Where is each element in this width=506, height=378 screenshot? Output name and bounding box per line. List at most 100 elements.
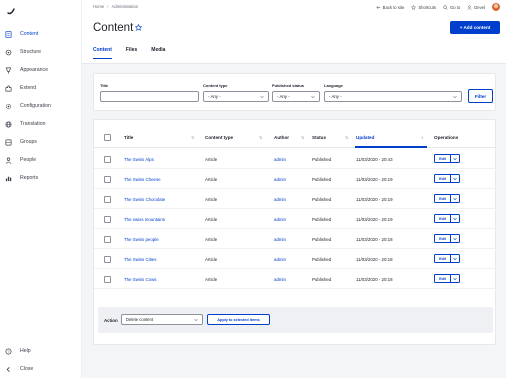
row-author-link[interactable]: admin [274, 217, 286, 222]
sidebar-item-people[interactable]: People [0, 152, 82, 168]
row-checkbox[interactable] [104, 215, 111, 223]
column-author[interactable]: Author [274, 135, 289, 140]
row-title-link[interactable]: The Swiss Chocolate [124, 197, 165, 202]
goto-link[interactable]: Go to [443, 5, 460, 10]
operations-dropdown-toggle[interactable] [451, 157, 459, 161]
action-select[interactable]: Delete content [121, 314, 203, 325]
row-title-link[interactable]: The Swiss Alps [124, 157, 154, 162]
edit-button[interactable]: Edit [434, 214, 460, 223]
add-content-button[interactable]: + Add content [450, 21, 500, 34]
row-checkbox[interactable] [104, 155, 111, 163]
sidebar-item-groups[interactable]: Groups [0, 134, 82, 150]
goto-label: Go to [450, 4, 461, 10]
sort-icon[interactable]: ⇅ [191, 135, 194, 140]
column-status[interactable]: Status [312, 135, 326, 140]
sidebar-item-translation[interactable]: Translation [0, 116, 82, 132]
sidebar-item-structure[interactable]: Structure [0, 44, 82, 60]
row-title-link[interactable]: The Swiss Cows [124, 277, 156, 282]
drupal-logo-icon[interactable] [6, 6, 16, 16]
table-row: The swiss mountains Article admin Published… [94, 209, 497, 229]
column-content-type[interactable]: Content type [205, 135, 233, 140]
row-content-type: Article [205, 156, 218, 162]
table-row: The Swiss Cheese Article admin Published 11/… [94, 169, 497, 189]
star-icon [411, 4, 417, 10]
wrench-icon [5, 103, 12, 110]
back-to-site-link[interactable]: Back to site [376, 5, 404, 10]
operations-dropdown-toggle[interactable] [451, 257, 459, 261]
edit-label: Edit [439, 156, 446, 161]
row-checkbox[interactable] [104, 255, 111, 263]
chevron-down-icon [194, 319, 198, 322]
tab-files[interactable]: Files [126, 47, 137, 59]
edit-button[interactable]: Edit [434, 254, 460, 263]
row-content-type: Article [205, 216, 218, 222]
row-author-link[interactable]: admin [274, 277, 286, 282]
avatar[interactable] [492, 3, 500, 11]
row-author-link[interactable]: admin [274, 177, 286, 182]
sort-icon[interactable]: ⇅ [259, 135, 262, 140]
row-title-link[interactable]: The Swiss Cheese [124, 177, 161, 182]
sidebar-item-label: Translation [20, 121, 46, 127]
close-sidebar-button[interactable]: Close [0, 361, 82, 377]
star-shortcut-icon[interactable] [135, 24, 142, 31]
breadcrumb-administration[interactable]: Administration [112, 4, 139, 9]
shortcuts-link[interactable]: Shortcuts [411, 4, 436, 10]
sidebar: Content Structure Appearance Extend Conf… [0, 0, 82, 378]
filter-button[interactable]: Filter [468, 89, 493, 103]
sidebar-item-configuration[interactable]: Configuration [0, 98, 82, 114]
user-menu[interactable]: Devel [467, 5, 485, 10]
row-author-link[interactable]: admin [274, 157, 286, 162]
edit-button[interactable]: Edit [434, 194, 460, 203]
row-author-link[interactable]: admin [274, 237, 286, 242]
breadcrumb-home[interactable]: Home [93, 4, 104, 9]
operations-dropdown-toggle[interactable] [451, 177, 459, 181]
edit-button[interactable]: Edit [434, 274, 460, 283]
column-title[interactable]: Title [124, 135, 133, 140]
sidebar-item-appearance[interactable]: Appearance [0, 62, 82, 78]
filter-panel: Title Content type - Any - Published sta… [93, 73, 496, 111]
operations-dropdown-toggle[interactable] [451, 197, 459, 201]
toolbar-links: Back to site Shortcuts Go to Devel [376, 3, 500, 11]
published-status-value: - Any - [277, 94, 290, 99]
sort-icon[interactable]: ⇅ [301, 135, 304, 140]
sidebar-item-content[interactable]: Content [0, 26, 82, 42]
row-author-link[interactable]: admin [274, 257, 286, 262]
sidebar-item-label: Appearance [20, 67, 48, 73]
content-type-select[interactable]: - Any - [203, 91, 269, 102]
chevron-down-icon [260, 96, 264, 99]
row-checkbox[interactable] [104, 195, 111, 203]
sidebar-item-reports[interactable]: Reports [0, 170, 82, 186]
sort-ascending-icon[interactable]: ↑ [421, 135, 423, 140]
operations-dropdown-toggle[interactable] [451, 217, 459, 221]
page-header: Content + Add content Content Files Medi… [82, 14, 506, 64]
row-title-link[interactable]: The Swiss people [124, 237, 159, 242]
brush-icon [5, 67, 12, 74]
edit-button[interactable]: Edit [434, 234, 460, 243]
row-title-link[interactable]: The Swiss Cities [124, 257, 156, 262]
language-select[interactable]: - Any - [324, 91, 462, 102]
sidebar-item-label: Configuration [20, 103, 51, 109]
row-title-link[interactable]: The swiss mountains [124, 217, 165, 222]
edit-button[interactable]: Edit [434, 174, 460, 183]
edit-label: Edit [439, 256, 446, 261]
row-author-link[interactable]: admin [274, 197, 286, 202]
edit-button[interactable]: Edit [434, 154, 460, 163]
sidebar-item-extend[interactable]: Extend [0, 80, 82, 96]
title-filter-input[interactable] [100, 91, 199, 102]
operations-dropdown-toggle[interactable] [451, 237, 459, 241]
operations-dropdown-toggle[interactable] [451, 277, 459, 281]
tab-media[interactable]: Media [151, 47, 165, 59]
column-updated[interactable]: Updated [356, 135, 374, 140]
apply-to-selected-button[interactable]: Apply to selected items [207, 314, 270, 325]
row-checkbox[interactable] [104, 275, 111, 283]
sort-icon[interactable]: ⇅ [345, 135, 348, 140]
groups-icon [5, 139, 12, 146]
tab-content[interactable]: Content [93, 47, 112, 59]
help-link[interactable]: ? Help [0, 343, 82, 359]
row-updated: 11/03/2020 - 20:19 [356, 176, 393, 182]
row-checkbox[interactable] [104, 235, 111, 243]
select-all-checkbox[interactable] [104, 134, 111, 141]
published-status-select[interactable]: - Any - [272, 91, 320, 102]
row-checkbox[interactable] [104, 175, 111, 183]
row-updated: 11/03/2020 - 20:19 [356, 196, 393, 202]
